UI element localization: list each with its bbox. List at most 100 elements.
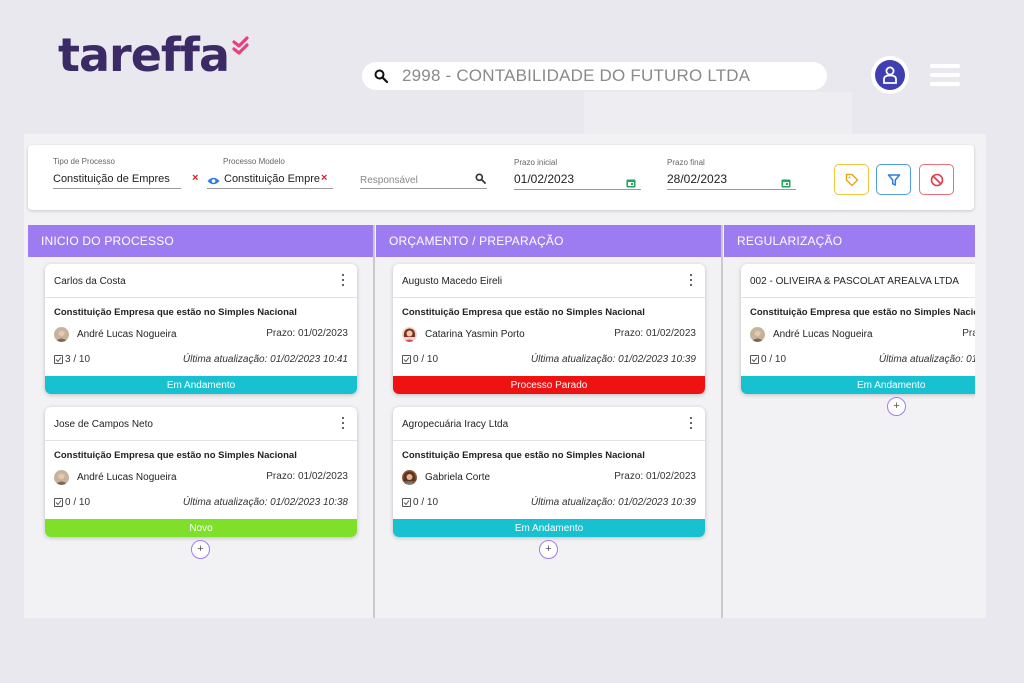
calendar-icon[interactable]: [781, 175, 791, 193]
user-profile-button[interactable]: [871, 56, 909, 94]
status-label: Em Andamento: [857, 379, 926, 391]
tasks-count: 0 / 10: [413, 354, 439, 365]
tasks-count: 0 / 10: [65, 497, 91, 508]
prazo-final-field[interactable]: Prazo final 28/02/2023: [667, 158, 796, 193]
tipo-processo-label: Tipo de Processo: [53, 157, 115, 166]
column-divider: [721, 225, 723, 618]
checkbox-icon: [402, 355, 411, 364]
clear-filters-button[interactable]: [919, 164, 954, 195]
avatar: [54, 327, 69, 342]
card-responsible: André Lucas Nogueira: [54, 327, 177, 342]
card-last-update: Última atualização: 01/02/2023 10:39: [530, 354, 696, 365]
processo-modelo-value: Constituição Empre: [224, 173, 320, 185]
responsavel-field[interactable]: Responsável: [360, 171, 487, 189]
card-tasks: 3 / 10: [54, 354, 90, 365]
card-deadline: Prazo: 01/02/2023: [266, 328, 348, 339]
person-name: André Lucas Nogueira: [773, 329, 873, 340]
column-header: REGULARIZAÇÃO: [724, 225, 975, 257]
card-deadline: Prazo: 01/02/2023: [614, 471, 696, 482]
user-icon: [875, 60, 905, 90]
person-name: André Lucas Nogueira: [77, 329, 177, 340]
more-options-icon[interactable]: [689, 417, 693, 429]
prazo-final-label: Prazo final: [667, 158, 705, 167]
search-icon: [372, 67, 390, 85]
person-name: André Lucas Nogueira: [77, 472, 177, 483]
add-card-button[interactable]: +: [887, 397, 906, 416]
process-card[interactable]: Agropecuária Iracy Ltda Constituição Emp…: [393, 407, 705, 537]
status-badge: Em Andamento: [393, 519, 705, 537]
process-card[interactable]: Carlos da Costa Constituição Empresa que…: [45, 264, 357, 394]
hamburger-menu-icon[interactable]: [930, 64, 960, 86]
prazo-inicial-label: Prazo inicial: [514, 158, 558, 167]
clear-tipo-processo-icon[interactable]: ×: [192, 172, 198, 184]
avatar: [402, 327, 417, 342]
process-card[interactable]: Augusto Macedo Eireli Constituição Empre…: [393, 264, 705, 394]
status-badge: Processo Parado: [393, 376, 705, 394]
column-divider: [373, 225, 375, 618]
search-value: 2998 - CONTABILIDADE DO FUTURO LTDA: [402, 66, 751, 85]
processo-modelo-label: Processo Modelo: [223, 157, 285, 166]
card-deadline: Prazo: 01/02/2023: [962, 328, 975, 339]
responsavel-placeholder: Responsável: [360, 175, 418, 186]
card-divider: [45, 297, 357, 298]
status-badge: Novo: [45, 519, 357, 537]
logo-text: tareffa: [58, 28, 230, 82]
tasks-count: 0 / 10: [761, 354, 787, 365]
card-deadline: Prazo: 01/02/2023: [614, 328, 696, 339]
tareffa-logo[interactable]: tareffa: [58, 32, 253, 78]
card-divider: [741, 297, 975, 298]
prazo-inicial-field[interactable]: Prazo inicial 01/02/2023: [514, 158, 641, 193]
card-responsible: André Lucas Nogueira: [54, 470, 177, 485]
column-inicio-do-processo: INICIO DO PROCESSO Carlos da Costa Const…: [28, 225, 373, 618]
more-options-icon[interactable]: [341, 417, 345, 429]
checkbox-icon: [54, 498, 63, 507]
card-last-update: Última atualização: 01/02/2023 10:39: [530, 497, 696, 508]
card-process: Constituição Empresa que estão no Simple…: [54, 450, 297, 461]
card-process: Constituição Empresa que estão no Simple…: [402, 307, 645, 318]
company-search-input[interactable]: 2998 - CONTABILIDADE DO FUTURO LTDA: [362, 62, 827, 90]
card-title: 002 - OLIVEIRA & PASCOLAT AREALVA LTDA: [750, 276, 959, 287]
card-responsible: André Lucas Nogueira: [750, 327, 873, 342]
card-process: Constituição Empresa que estão no Simple…: [402, 450, 645, 461]
card-divider: [393, 440, 705, 441]
card-responsible: Gabriela Corte: [402, 470, 490, 485]
processo-modelo-field[interactable]: Processo Modelo Constituição Empre ×: [207, 157, 333, 191]
card-title: Carlos da Costa: [54, 276, 126, 287]
filter-bar: Tipo de Processo Constituição de Empres …: [28, 145, 974, 210]
person-name: Gabriela Corte: [425, 472, 491, 483]
process-card[interactable]: Jose de Campos Neto Constituição Empresa…: [45, 407, 357, 537]
card-tasks: 0 / 10: [402, 354, 438, 365]
clear-processo-modelo-icon[interactable]: ×: [321, 172, 327, 184]
prazo-inicial-value: 01/02/2023: [514, 172, 575, 186]
avatar: [402, 470, 417, 485]
tag-icon: [845, 173, 858, 186]
tipo-processo-value: Constituição de Empres: [53, 173, 170, 185]
responsavel-search-icon[interactable]: [475, 171, 486, 189]
more-options-icon[interactable]: [689, 274, 693, 286]
header-notch: [584, 92, 852, 136]
column-regularizacao: REGULARIZAÇÃO 002 - OLIVEIRA & PASCOLAT …: [724, 225, 975, 618]
prazo-final-value: 28/02/2023: [667, 172, 728, 186]
card-divider: [45, 440, 357, 441]
checkbox-icon: [750, 355, 759, 364]
filter-button[interactable]: [876, 164, 911, 195]
card-title: Augusto Macedo Eireli: [402, 276, 503, 287]
card-process: Constituição Empresa que estão no Simple…: [750, 307, 975, 318]
card-tasks: 0 / 10: [402, 497, 438, 508]
add-card-button[interactable]: +: [191, 540, 210, 559]
add-card-button[interactable]: +: [539, 540, 558, 559]
process-card[interactable]: 002 - OLIVEIRA & PASCOLAT AREALVA LTDA C…: [741, 264, 975, 394]
tipo-processo-field[interactable]: Tipo de Processo Constituição de Empres …: [53, 157, 198, 189]
tasks-count: 0 / 10: [413, 497, 439, 508]
calendar-icon[interactable]: [626, 175, 636, 193]
status-badge: Em Andamento: [45, 376, 357, 394]
eye-icon[interactable]: [207, 173, 220, 191]
checkbox-icon: [54, 355, 63, 364]
more-options-icon[interactable]: [341, 274, 345, 286]
card-divider: [393, 297, 705, 298]
card-last-update: Última atualização: 01/02/2023 10:38: [182, 497, 348, 508]
filter-icon: [887, 173, 900, 186]
column-orcamento-preparacao: ORÇAMENTO / PREPARAÇÃO Augusto Macedo Ei…: [376, 225, 721, 618]
card-responsible: Catarina Yasmin Porto: [402, 327, 525, 342]
tag-button[interactable]: [834, 164, 869, 195]
